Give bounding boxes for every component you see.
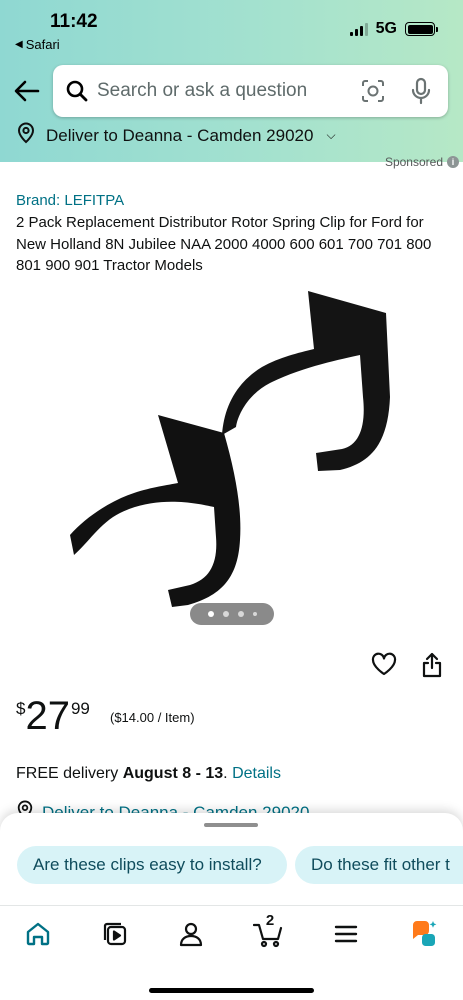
suggestion-chip[interactable]: Do these fit other t [295, 846, 463, 884]
brand-link[interactable]: Brand: LEFITPA [16, 192, 124, 209]
back-app-label: Safari [25, 37, 60, 52]
microphone-icon[interactable] [410, 77, 432, 105]
delivery-details-link[interactable]: Details [232, 765, 281, 782]
share-icon[interactable] [420, 651, 444, 679]
status-time: 11:42 [50, 11, 98, 32]
delivery-prefix: FREE delivery [16, 765, 123, 782]
search-bar[interactable] [53, 65, 448, 117]
back-triangle-icon: ◀ [15, 39, 23, 50]
clip-front [70, 415, 241, 607]
status-indicators: 5G [349, 20, 438, 38]
carousel-dot-3 [237, 611, 244, 617]
cart-count: 2 [265, 912, 275, 929]
carousel-dot-4 [252, 612, 257, 616]
account-icon[interactable] [175, 918, 207, 950]
chevron-down-icon: ⌵ [326, 128, 336, 142]
bottom-tab-bar: 2 [0, 905, 463, 1000]
search-input[interactable] [97, 80, 347, 102]
deliver-to-label: Deliver to Deanna - Camden 29020 [46, 125, 314, 145]
carousel-dot-1 [207, 611, 214, 617]
home-indicator [149, 988, 314, 993]
sponsored-label[interactable]: Sponsored i [385, 155, 459, 169]
video-icon[interactable] [99, 918, 131, 950]
delivery-dates: August 8 - 13 [122, 765, 224, 782]
unit-price: ($14.00 / Item) [110, 710, 195, 725]
sponsored-text: Sponsored [384, 155, 443, 169]
back-to-app-link[interactable]: ◀ Safari [15, 37, 60, 52]
signal-icon [349, 22, 368, 36]
rufus-icon[interactable] [408, 918, 440, 950]
sheet-drag-handle[interactable] [204, 823, 258, 827]
image-carousel-indicator[interactable] [190, 603, 274, 625]
search-icon [65, 79, 89, 103]
camera-lens-icon[interactable] [360, 78, 386, 104]
delivery-info: FREE delivery August 8 - 13. Details [16, 765, 281, 783]
price-whole: 27 [25, 694, 70, 738]
info-icon: i [447, 156, 459, 168]
network-type: 5G [375, 20, 397, 37]
cart-icon[interactable]: 2 [253, 912, 285, 950]
location-pin-icon [16, 122, 36, 149]
home-icon[interactable] [22, 918, 54, 950]
product-title: 2 Pack Replacement Distributor Rotor Spr… [16, 214, 432, 274]
deliver-to-location[interactable]: Deliver to Deanna - Camden 29020 ⌵ [16, 122, 336, 149]
battery-icon [405, 22, 438, 36]
price-symbol: $ [16, 699, 26, 718]
price: $ 27 99 [16, 694, 90, 738]
clip-back [222, 291, 390, 471]
suggestion-chip[interactable]: Are these clips easy to install? [17, 846, 287, 884]
back-arrow-icon[interactable] [12, 76, 42, 106]
menu-icon[interactable] [330, 918, 362, 950]
delivery-separator: . [223, 765, 233, 782]
price-fraction: 99 [70, 699, 90, 718]
heart-icon[interactable] [371, 652, 397, 676]
product-image[interactable] [60, 285, 410, 630]
carousel-dot-2 [222, 611, 229, 617]
